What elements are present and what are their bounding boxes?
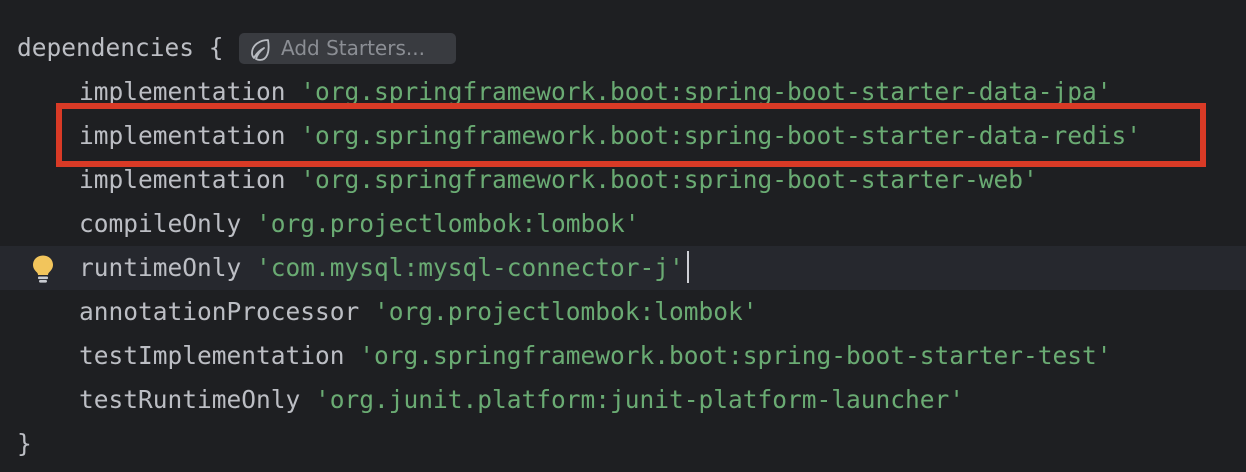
configuration-name: runtimeOnly (79, 253, 242, 282)
dependency-string: 'org.projectlombok:lombok' (256, 209, 640, 238)
configuration-name: implementation (79, 77, 286, 106)
add-starters-button[interactable]: Add Starters... (239, 33, 456, 64)
code-line-close[interactable]: } (0, 422, 1246, 466)
configuration-name: testRuntimeOnly (79, 385, 301, 414)
code-text: compileOnly 'org.projectlombok:lombok' (79, 202, 640, 246)
spring-leaf-icon (251, 38, 270, 61)
code-line[interactable]: compileOnly 'org.projectlombok:lombok' (0, 202, 1246, 246)
dependency-string: 'org.junit.platform:junit-platform-launc… (315, 385, 965, 414)
code-text: dependencies { (17, 26, 224, 70)
code-text: testImplementation 'org.springframework.… (79, 334, 1112, 378)
open-brace: { (208, 33, 224, 62)
code-line[interactable]: annotationProcessor 'org.projectlombok:l… (0, 290, 1246, 334)
dependency-string: 'org.springframework.boot:spring-boot-st… (359, 341, 1112, 370)
configuration-name: testImplementation (79, 341, 345, 370)
code-text: } (17, 422, 32, 466)
lightbulb-icon[interactable] (31, 254, 55, 284)
dependency-string: 'org.springframework.boot:spring-boot-st… (300, 121, 1142, 150)
add-starters-label: Add Starters... (281, 36, 425, 60)
close-brace: } (17, 429, 32, 458)
code-line[interactable]: implementation 'org.springframework.boot… (0, 70, 1246, 114)
code-line-dependencies[interactable]: dependencies { (0, 26, 1246, 70)
code-text: implementation 'org.springframework.boot… (79, 114, 1141, 158)
code-line[interactable]: testRuntimeOnly 'org.junit.platform:juni… (0, 378, 1246, 422)
configuration-name: implementation (79, 121, 286, 150)
code-line[interactable]: implementation 'org.springframework.boot… (0, 158, 1246, 202)
code-text: testRuntimeOnly 'org.junit.platform:juni… (79, 378, 964, 422)
code-line[interactable]: testImplementation 'org.springframework.… (0, 334, 1246, 378)
configuration-name: implementation (79, 165, 286, 194)
dependency-string: 'org.projectlombok:lombok' (374, 297, 758, 326)
dependency-string: 'com.mysql:mysql-connector-j' (256, 253, 684, 282)
code-editor[interactable]: dependencies { Add Starters... implement… (0, 0, 1246, 472)
code-text: annotationProcessor 'org.projectlombok:l… (79, 290, 758, 334)
configuration-name: compileOnly (79, 209, 242, 238)
dependency-string: 'org.springframework.boot:spring-boot-st… (300, 165, 1038, 194)
code-text: runtimeOnly 'com.mysql:mysql-connector-j… (79, 246, 689, 290)
code-line[interactable]: implementation 'org.springframework.boot… (0, 114, 1246, 158)
code-line-current[interactable]: runtimeOnly 'com.mysql:mysql-connector-j… (0, 246, 1246, 290)
code-text: implementation 'org.springframework.boot… (79, 158, 1038, 202)
dependency-string: 'org.springframework.boot:spring-boot-st… (300, 77, 1112, 106)
text-caret (686, 251, 689, 283)
configuration-name: annotationProcessor (79, 297, 360, 326)
code-text: implementation 'org.springframework.boot… (79, 70, 1112, 114)
dependencies-keyword: dependencies (17, 33, 195, 62)
